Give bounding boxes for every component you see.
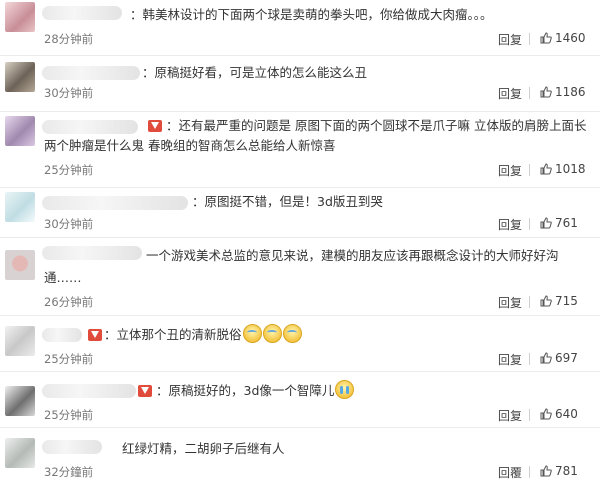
comment-item: ：还有最严重的问题是 原图下面的两个圆球不是爪子嘛 立体版的肩膀上面长 两个肿瘤… xyxy=(0,112,600,188)
username-blurred[interactable] xyxy=(42,6,122,20)
reply-button[interactable]: 回复 xyxy=(498,351,522,368)
like-count: 1460 xyxy=(555,31,586,45)
comment-time: 25分钟前 xyxy=(44,408,94,422)
action-divider xyxy=(529,87,530,99)
vip-badge-icon xyxy=(138,385,152,397)
like-button[interactable]: 781 xyxy=(540,464,578,478)
like-count: 1186 xyxy=(555,85,586,99)
thumbs-up-icon xyxy=(540,408,552,420)
action-divider xyxy=(529,296,530,308)
avatar[interactable] xyxy=(5,326,35,356)
comment-text-line2: 两个肿瘤是什么鬼 春晚组的智商怎么总能给人新惊喜 xyxy=(44,138,336,153)
username-blurred[interactable] xyxy=(42,246,142,260)
like-button[interactable]: 1186 xyxy=(540,85,586,99)
action-divider xyxy=(529,466,530,478)
comment-text-line2: 通…… xyxy=(44,270,82,285)
comment-text-line1: 一个游戏美术总监的意见来说，建模的朋友应该再跟概念设计的大师好好沟 xyxy=(146,248,559,263)
comment-time: 28分钟前 xyxy=(44,32,94,46)
like-count: 1018 xyxy=(555,162,586,176)
thumbs-up-icon xyxy=(540,32,552,44)
action-divider xyxy=(529,353,530,365)
thumbs-up-icon xyxy=(540,352,552,364)
reply-button[interactable]: 回复 xyxy=(498,162,522,179)
like-count: 640 xyxy=(555,407,578,421)
username-blurred[interactable] xyxy=(42,328,82,342)
avatar[interactable] xyxy=(5,62,35,92)
username-blurred[interactable] xyxy=(42,440,102,454)
action-divider xyxy=(529,409,530,421)
avatar[interactable] xyxy=(5,192,35,222)
reply-button[interactable]: 回覆 xyxy=(498,464,522,481)
comment-text-content: ：立体那个丑的清新脱俗 xyxy=(104,327,242,342)
thumbs-up-icon xyxy=(540,217,552,229)
username-blurred[interactable] xyxy=(42,120,138,134)
crying-face-emoji xyxy=(335,380,355,399)
like-button[interactable]: 761 xyxy=(540,216,578,230)
action-divider xyxy=(529,33,530,45)
like-button[interactable]: 1460 xyxy=(540,31,586,45)
comment-text-line1: ：还有最严重的问题是 原图下面的两个圆球不是爪子嘛 立体版的肩膀上面长 xyxy=(166,118,587,133)
comment-text: ：韩美林设计的下面两个球是卖萌的拳头吧，你给做成大肉瘤。。。 xyxy=(130,7,493,22)
like-button[interactable]: 1018 xyxy=(540,162,586,176)
avatar[interactable] xyxy=(5,2,35,32)
comment-text: ：原图挺不错，但是！3d版丑到哭 xyxy=(192,194,383,209)
comment-item: ：原图挺不错，但是！3d版丑到哭 30分钟前 回复 761 xyxy=(0,188,600,238)
comment-time: 25分钟前 xyxy=(44,352,94,366)
comment-text: ：立体那个丑的清新脱俗 xyxy=(104,324,302,345)
comment-time: 32分鐘前 xyxy=(44,465,94,479)
sweat-face-emoji xyxy=(282,324,302,343)
like-button[interactable]: 697 xyxy=(540,351,578,365)
reply-button[interactable]: 回复 xyxy=(498,85,522,102)
reply-button[interactable]: 回复 xyxy=(498,31,522,48)
username-blurred[interactable] xyxy=(42,66,140,80)
thumbs-up-icon xyxy=(540,295,552,307)
like-count: 761 xyxy=(555,216,578,230)
username-blurred[interactable] xyxy=(42,196,188,210)
action-divider xyxy=(529,218,530,230)
comment-time: 25分钟前 xyxy=(44,163,94,177)
like-button[interactable]: 715 xyxy=(540,294,578,308)
thumbs-up-icon xyxy=(540,163,552,175)
comment-feed: ：韩美林设计的下面两个球是卖萌的拳头吧，你给做成大肉瘤。。。 28分钟前 回复 … xyxy=(0,0,600,496)
comment-item: ：原稿挺好的，3d像一个智障儿 25分钟前 回复 640 xyxy=(0,372,600,428)
reply-button[interactable]: 回复 xyxy=(498,294,522,311)
comment-time: 30分钟前 xyxy=(44,217,94,231)
comment-item: ：原稿挺好看，可是立体的怎么能这么丑 30分钟前 回复 1186 xyxy=(0,56,600,112)
sweat-face-emoji xyxy=(242,324,262,343)
reply-button[interactable]: 回复 xyxy=(498,216,522,233)
comment-text-content: ：原稿挺好的，3d像一个智障儿 xyxy=(156,383,335,398)
action-divider xyxy=(529,164,530,176)
comment-time: 26分钟前 xyxy=(44,295,94,309)
avatar[interactable] xyxy=(5,116,35,146)
reply-button[interactable]: 回复 xyxy=(498,407,522,424)
avatar[interactable] xyxy=(5,438,35,468)
comment-item: 红绿灯精，二胡卵子后继有人 32分鐘前 回覆 781 xyxy=(0,428,600,496)
comment-text: ：原稿挺好的，3d像一个智障儿 xyxy=(156,380,355,401)
thumbs-up-icon xyxy=(540,465,552,477)
vip-badge-icon xyxy=(148,120,162,132)
avatar[interactable] xyxy=(5,386,35,416)
avatar[interactable] xyxy=(5,250,35,280)
like-button[interactable]: 640 xyxy=(540,407,578,421)
vip-badge-icon xyxy=(88,329,102,341)
comment-text: 红绿灯精，二胡卵子后继有人 xyxy=(122,441,285,456)
comment-item: ：韩美林设计的下面两个球是卖萌的拳头吧，你给做成大肉瘤。。。 28分钟前 回复 … xyxy=(0,0,600,56)
username-blurred[interactable] xyxy=(42,384,136,398)
thumbs-up-icon xyxy=(540,86,552,98)
comment-text: ：原稿挺好看，可是立体的怎么能这么丑 xyxy=(142,65,368,80)
comment-item: ：立体那个丑的清新脱俗 25分钟前 回复 697 xyxy=(0,316,600,372)
like-count: 715 xyxy=(555,294,578,308)
comment-item: 一个游戏美术总监的意见来说，建模的朋友应该再跟概念设计的大师好好沟 通…… 26… xyxy=(0,238,600,316)
like-count: 781 xyxy=(555,464,578,478)
comment-time: 30分钟前 xyxy=(44,86,94,100)
like-count: 697 xyxy=(555,351,578,365)
sweat-face-emoji xyxy=(262,324,282,343)
